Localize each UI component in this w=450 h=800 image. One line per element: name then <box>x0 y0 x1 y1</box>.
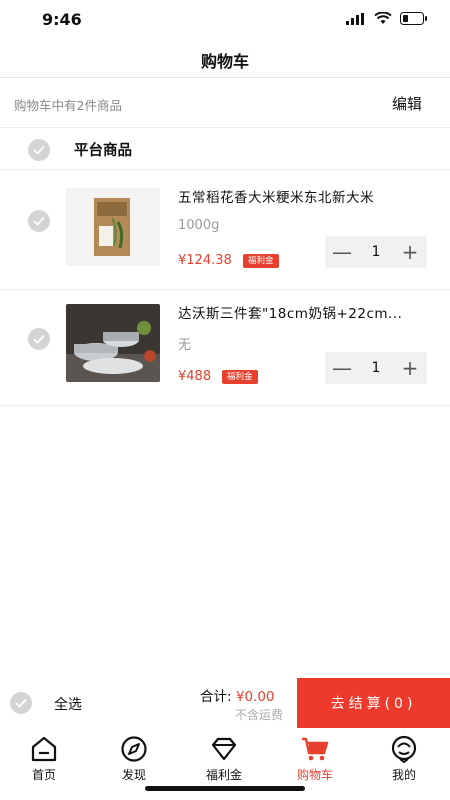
status-time: 9:46 <box>42 10 82 29</box>
total-label: 合计: <box>200 689 232 705</box>
item-price: ¥488 <box>178 369 212 384</box>
tab-label: 购物车 <box>296 768 333 782</box>
cart-count-text: 购物车中有2件商品 <box>14 98 122 113</box>
tab-discover[interactable]: 发现 <box>99 734 169 783</box>
nav-bar: 购物车 <box>0 40 450 78</box>
signal-icon <box>346 12 364 25</box>
section-title: 平台商品 <box>74 143 132 159</box>
increase-button[interactable]: + <box>393 236 427 268</box>
home-icon <box>31 736 57 762</box>
quantity-stepper: — 1 + <box>325 352 427 384</box>
cookware-product-image[interactable] <box>66 304 160 382</box>
compass-icon <box>121 736 147 762</box>
item-name[interactable]: 达沃斯三件套"18cm奶锅+22cm... <box>178 302 428 322</box>
wifi-icon <box>374 12 392 24</box>
tab-cart[interactable]: 购物车 <box>280 734 350 783</box>
tab-label: 我的 <box>391 768 416 782</box>
decrease-button[interactable]: — <box>325 236 359 268</box>
platform-section-header: 平台商品 <box>0 128 450 170</box>
checkout-bar: 全选 合计: ¥0.00 不含运费 去结算(0) <box>0 678 450 728</box>
section-check-icon[interactable] <box>28 139 50 161</box>
cart-item: 达沃斯三件套"18cm奶锅+22cm... 无 ¥488 福利金 — 1 + <box>0 286 450 406</box>
item-check-icon[interactable] <box>28 210 50 232</box>
tab-home[interactable]: 首页 <box>9 734 79 783</box>
tab-label: 福利金 <box>205 768 242 782</box>
checkout-button[interactable]: 去结算(0) <box>297 678 450 728</box>
tab-profile[interactable]: 我的 <box>369 734 439 783</box>
increase-button[interactable]: + <box>393 352 427 384</box>
decrease-button[interactable]: — <box>325 352 359 384</box>
select-all-label[interactable]: 全选 <box>54 694 82 714</box>
status-bar: 9:46 <box>0 0 450 40</box>
edit-button[interactable]: 编辑 <box>392 93 422 114</box>
page-title: 购物车 <box>200 52 249 71</box>
diamond-icon <box>211 737 237 761</box>
item-price: ¥124.38 <box>178 253 232 268</box>
cart-icon <box>302 737 329 761</box>
quantity-value[interactable]: 1 <box>359 244 393 260</box>
tab-label: 发现 <box>121 768 146 782</box>
quantity-value[interactable]: 1 <box>359 360 393 376</box>
cart-summary-bar: 购物车中有2件商品 编辑 <box>0 78 450 128</box>
item-spec: 1000g <box>178 218 220 233</box>
welfare-badge: 福利金 <box>243 254 279 268</box>
total-amount: 合计: ¥0.00 <box>200 685 275 705</box>
tab-label: 首页 <box>31 768 56 782</box>
cart-item: 五常稻花香大米粳米东北新大米 1000g ¥124.38 福利金 — 1 + <box>0 170 450 290</box>
shipping-note: 不含运费 <box>235 708 284 722</box>
battery-icon <box>400 12 427 25</box>
total-value: ¥0.00 <box>235 689 275 705</box>
profile-icon <box>391 735 417 764</box>
select-all-check-icon[interactable] <box>10 692 32 714</box>
welfare-badge: 福利金 <box>222 370 258 384</box>
tab-welfare[interactable]: 福利金 <box>189 734 259 783</box>
quantity-stepper: — 1 + <box>325 236 427 268</box>
rice-product-image[interactable] <box>66 188 160 266</box>
item-name[interactable]: 五常稻花香大米粳米东北新大米 <box>178 186 428 206</box>
item-spec: 无 <box>178 338 192 353</box>
status-icons <box>346 12 428 25</box>
item-check-icon[interactable] <box>28 328 50 350</box>
home-indicator <box>145 786 305 791</box>
